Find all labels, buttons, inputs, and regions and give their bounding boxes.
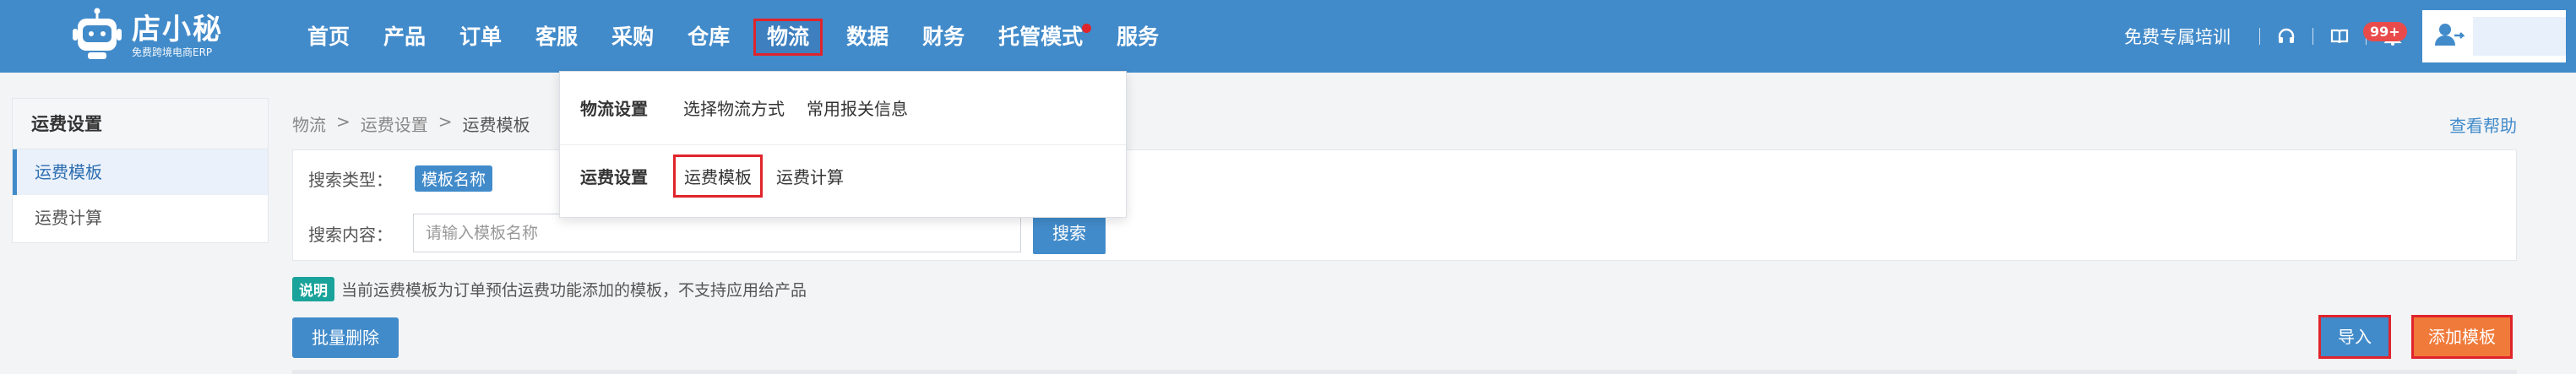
nav-item-services[interactable]: 服务 <box>1106 19 1169 56</box>
note-text: 当前运费模板为订单预估运费功能添加的模板，不支持应用给产品 <box>341 281 807 300</box>
sidebar-item-shipping-calculation[interactable]: 运费计算 <box>13 195 268 241</box>
note-tag: 说明 <box>292 277 334 301</box>
brand-logo[interactable]: 店小秘 免费跨境电商ERP <box>68 7 223 66</box>
logistics-dropdown-menu: 物流设置 选择物流方式 常用报关信息 运费设置 运费模板 运费计算 <box>559 71 1127 218</box>
dropdown-divider <box>560 144 1126 145</box>
import-button[interactable]: 导入 <box>2318 315 2391 359</box>
sidebar-item-shipping-template[interactable]: 运费模板 <box>13 149 268 195</box>
main-nav: 首页 产品 订单 客服 采购 仓库 物流 数据 财务 托管模式 服务 <box>297 19 1182 56</box>
table-top-border <box>292 370 2517 374</box>
add-template-button[interactable]: 添加模板 <box>2411 315 2513 359</box>
info-note: 说明 当前运费模板为订单预估运费功能添加的模板，不支持应用给产品 <box>292 277 807 301</box>
breadcrumb-shipping-settings[interactable]: 运费设置 <box>361 111 428 136</box>
user-avatar-icon <box>2434 22 2466 51</box>
nav-item-customer-service[interactable]: 客服 <box>525 19 588 56</box>
nav-item-products[interactable]: 产品 <box>373 19 436 56</box>
user-name-placeholder <box>2473 17 2566 56</box>
nav-item-orders[interactable]: 订单 <box>449 19 512 56</box>
new-dot-icon <box>1082 24 1092 33</box>
divider <box>2312 28 2313 45</box>
breadcrumb-current: 运费模板 <box>462 115 530 135</box>
search-type-label: 搜索类型： <box>308 170 393 190</box>
brand-name: 店小秘 <box>132 13 223 46</box>
nav-item-logistics[interactable]: 物流 <box>753 19 823 56</box>
menu-item-shipping-template[interactable]: 运费模板 <box>673 154 763 198</box>
menu-item-customs-info[interactable]: 常用报关信息 <box>807 95 908 120</box>
batch-delete-button[interactable]: 批量删除 <box>292 317 399 358</box>
search-content-label: 搜索内容： <box>308 224 393 245</box>
divider <box>2259 28 2260 45</box>
dropdown-group-shipping-settings: 运费设置 <box>580 167 648 187</box>
robot-logo-icon <box>68 7 127 66</box>
top-nav-bar: 店小秘 免费跨境电商ERP 首页 产品 订单 客服 采购 仓库 物流 数据 财务… <box>0 0 2576 73</box>
header-right: 免费专属培训 <box>2124 0 2576 73</box>
nav-item-finance[interactable]: 财务 <box>912 19 975 56</box>
menu-item-shipping-calculation[interactable]: 运费计算 <box>776 164 844 188</box>
help-link[interactable]: 查看帮助 <box>2449 112 2517 137</box>
search-input[interactable]: 请输入模板名称 <box>413 214 1021 252</box>
search-button[interactable]: 搜索 <box>1033 212 1106 254</box>
breadcrumb-logistics[interactable]: 物流 <box>292 111 326 136</box>
nav-item-home[interactable]: 首页 <box>297 19 360 56</box>
brand-tagline: 免费跨境电商ERP <box>132 46 213 58</box>
breadcrumb-separator: > <box>336 111 351 132</box>
sidebar-title: 运费设置 <box>13 99 268 149</box>
menu-item-select-shipping-method[interactable]: 选择物流方式 <box>683 95 785 120</box>
nav-item-managed-mode[interactable]: 托管模式 <box>988 19 1093 56</box>
breadcrumb: 物流 > 运费设置 > 运费模板 <box>292 111 530 136</box>
headset-icon[interactable] <box>2274 24 2299 49</box>
nav-item-warehouse[interactable]: 仓库 <box>677 19 740 56</box>
free-training-link[interactable]: 免费专属培训 <box>2124 24 2231 49</box>
search-type-tag[interactable]: 模板名称 <box>415 165 493 192</box>
book-icon[interactable] <box>2327 24 2352 49</box>
sidebar: 运费设置 运费模板 运费计算 <box>12 98 269 243</box>
nav-item-data[interactable]: 数据 <box>836 19 899 56</box>
nav-item-purchasing[interactable]: 采购 <box>601 19 664 56</box>
dropdown-group-logistics-settings: 物流设置 <box>580 99 648 119</box>
notification-count-badge: 99+ <box>2363 22 2407 41</box>
breadcrumb-separator: > <box>437 111 453 132</box>
nav-item-managed-mode-label: 托管模式 <box>998 24 1084 49</box>
user-profile-box[interactable] <box>2422 10 2566 62</box>
